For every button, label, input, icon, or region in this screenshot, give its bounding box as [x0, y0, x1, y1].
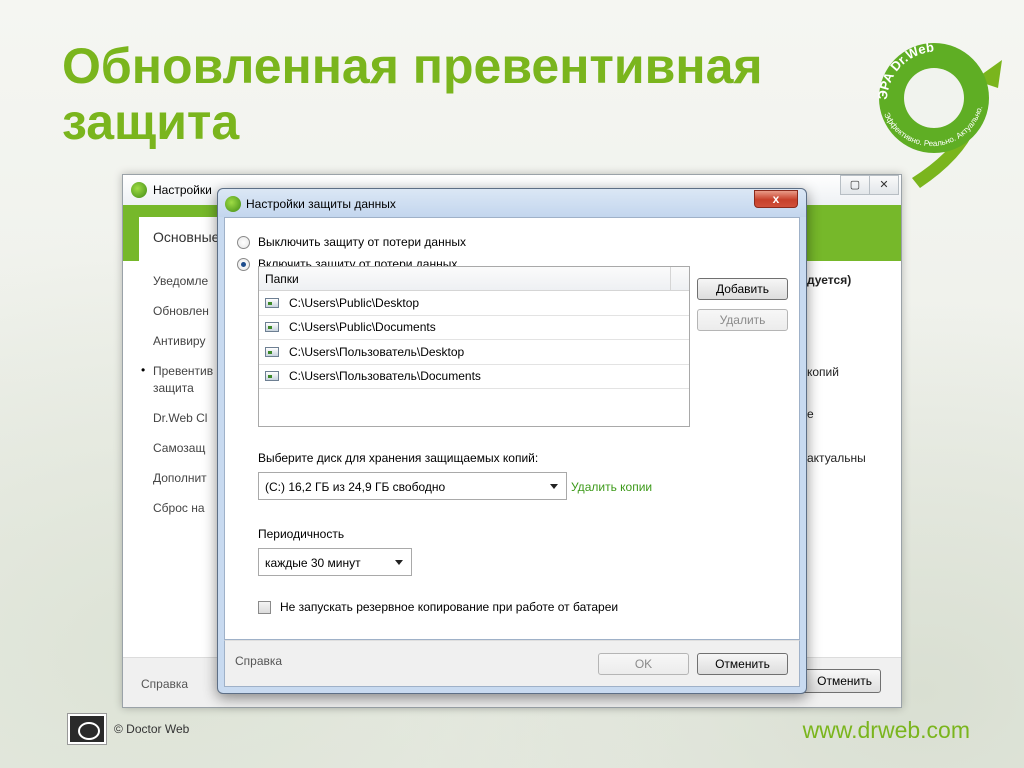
website-link[interactable]: www.drweb.com [803, 717, 970, 744]
close-button[interactable]: ✕ [869, 175, 899, 195]
sidebar-item-reset[interactable]: Сброс на [153, 500, 205, 516]
dialog-cancel-button[interactable]: Отменить [697, 653, 788, 675]
back-actual-text: актуальны [807, 451, 866, 465]
doctor-web-logo-icon [67, 713, 107, 745]
folder-drive-icon [265, 346, 279, 357]
data-protection-dialog: Настройки защиты данных x Выключить защи… [217, 188, 807, 694]
battery-checkbox-label: Не запускать резервное копирование при р… [280, 600, 619, 614]
radio-button[interactable] [237, 235, 250, 249]
back-fragment-text: е [807, 407, 814, 421]
back-copies-text: копий [807, 365, 839, 379]
dialog-help-link[interactable]: Справка [235, 654, 282, 668]
remove-folder-button[interactable]: Удалить [697, 309, 788, 331]
folder-path: C:\Users\Public\Desktop [289, 295, 420, 310]
sidebar-item-advanced[interactable]: Дополнит [153, 470, 207, 486]
settings-window-title: Настройки [153, 183, 212, 197]
sidebar-item-self-protection[interactable]: Самозащ [153, 440, 205, 456]
folder-path: C:\Users\Пользователь\Desktop [289, 344, 465, 359]
disk-label: Выберите диск для хранения защищаемых ко… [258, 451, 539, 465]
radio-button-selected[interactable] [237, 257, 250, 271]
radio-disable-label: Выключить защиту от потери данных [258, 235, 466, 249]
sidebar-item-drweb-cloud[interactable]: Dr.Web Cl [153, 410, 207, 426]
folders-column-header[interactable]: Папки [259, 267, 689, 291]
folder-drive-icon [265, 322, 279, 333]
add-folder-button[interactable]: Добавить [697, 278, 788, 300]
sidebar-item-updates[interactable]: Обновлен [153, 303, 209, 319]
disk-select-value: (C:) 16,2 ГБ из 24,9 ГБ свободно [265, 480, 446, 494]
sidebar-item-preventive-line2[interactable]: защита [153, 380, 194, 396]
drweb-app-icon [131, 182, 147, 198]
folder-drive-icon [265, 297, 279, 308]
drweb-era-logo: ЭРА Dr.Web Эффективно. Реально. Актуальн… [875, 39, 1002, 188]
sidebar-item-antivirus[interactable]: Антивиру [153, 333, 205, 349]
dialog-close-button[interactable]: x [754, 190, 798, 208]
disk-select[interactable]: (C:) 16,2 ГБ из 24,9 ГБ свободно [258, 472, 567, 500]
sidebar-item-preventive[interactable]: Превентив [153, 363, 213, 379]
chevron-down-icon [550, 484, 558, 489]
ok-button[interactable]: OK [598, 653, 689, 675]
maximize-button[interactable]: ▢ [840, 175, 870, 195]
slide-title: Обновленная превентивная защита [62, 38, 763, 150]
dialog-body: Выключить защиту от потери данных Включи… [224, 217, 800, 640]
folder-path: C:\Users\Пользователь\Documents [289, 369, 481, 384]
column-divider [670, 267, 671, 290]
drweb-app-icon [225, 196, 241, 212]
folders-header-label: Папки [265, 272, 299, 286]
sidebar-item-notifications[interactable]: Уведомле [153, 273, 208, 289]
period-select[interactable]: каждые 30 минут [258, 548, 412, 576]
help-link[interactable]: Справка [141, 677, 188, 691]
folder-drive-icon [265, 371, 279, 382]
period-label: Периодичность [258, 527, 345, 541]
folder-row[interactable]: C:\Users\Пользователь\Documents [259, 365, 689, 389]
folder-row[interactable]: C:\Users\Public\Desktop [259, 291, 689, 316]
period-select-value: каждые 30 минут [265, 556, 361, 570]
folders-list[interactable]: Папки C:\Users\Public\Desktop C:\Users\P… [258, 266, 690, 427]
folder-row[interactable]: C:\Users\Пользователь\Desktop [259, 340, 689, 365]
battery-checkbox[interactable] [258, 601, 271, 614]
doctor-web-brand: © Doctor Web [67, 713, 190, 745]
cancel-button[interactable]: Отменить [799, 669, 881, 693]
delete-copies-link[interactable]: Удалить копии [571, 480, 652, 494]
dialog-footer: Справка OK Отменить [224, 640, 800, 687]
dialog-title: Настройки защиты данных [246, 197, 396, 211]
sidebar-selected-bullet: • [141, 363, 146, 377]
folder-row[interactable]: C:\Users\Public\Documents [259, 316, 689, 340]
copyright-text: © Doctor Web [114, 722, 190, 736]
dialog-titlebar: Настройки защиты данных x [218, 189, 806, 217]
radio-disable-protection[interactable]: Выключить защиту от потери данных [237, 235, 466, 249]
folder-path: C:\Users\Public\Documents [289, 320, 436, 335]
chevron-down-icon [395, 560, 403, 565]
back-status-text: дуется) [807, 273, 852, 287]
